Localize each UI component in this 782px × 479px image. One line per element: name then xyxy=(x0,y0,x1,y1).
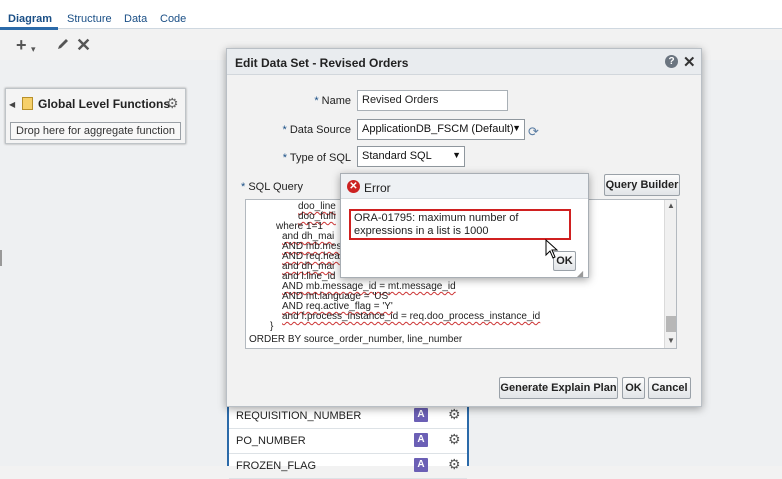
dialog-header: Edit Data Set - Revised Orders ? ✕ xyxy=(227,49,701,75)
sql-type-select[interactable]: Standard SQL ▼ xyxy=(357,146,465,167)
dialog-cancel-button[interactable]: Cancel xyxy=(648,377,691,399)
sql-line: and f.process_instance_id = req.doo_proc… xyxy=(282,311,541,322)
tab-structure[interactable]: Structure xyxy=(67,13,112,25)
generate-explain-plan-button[interactable]: Generate Explain Plan xyxy=(499,377,618,399)
help-icon[interactable]: ? xyxy=(665,55,678,68)
plus-icon[interactable]: + xyxy=(16,36,27,54)
query-builder-button[interactable]: Query Builder xyxy=(604,174,680,196)
field-row[interactable]: FROZEN_FLAG A ⚙ xyxy=(229,454,467,479)
gear-icon[interactable]: ⚙ xyxy=(448,431,461,448)
document-icon xyxy=(22,97,33,113)
sql-query-label: * SQL Query xyxy=(241,181,303,193)
name-label: * Name xyxy=(314,95,351,107)
tab-diagram[interactable]: Diagram xyxy=(8,13,52,25)
scroll-down-icon[interactable]: ▼ xyxy=(667,336,675,345)
resize-handle-icon[interactable]: ◢ xyxy=(577,269,583,278)
scroll-up-icon[interactable]: ▲ xyxy=(667,201,675,210)
field-row[interactable]: PO_NUMBER A ⚙ xyxy=(229,429,467,454)
gear-icon[interactable]: ⚙ xyxy=(448,456,461,473)
dialog-title: Edit Data Set - Revised Orders xyxy=(235,56,409,70)
data-set-fields: REQUISITION_NUMBER A ⚙ PO_NUMBER A ⚙ FRO… xyxy=(227,404,469,479)
error-header: ✕ Error xyxy=(341,174,588,199)
field-name: PO_NUMBER xyxy=(236,435,306,447)
gear-icon[interactable]: ⚙ xyxy=(448,406,461,423)
sql-line: ORDER BY source_order_number, line_numbe… xyxy=(249,334,463,345)
gear-icon[interactable]: ⚙ xyxy=(166,95,179,112)
close-icon[interactable]: ✕ xyxy=(683,53,696,71)
chevron-down-icon[interactable]: ▾ xyxy=(31,40,36,58)
pencil-icon[interactable] xyxy=(56,36,70,54)
dialog-ok-button[interactable]: OK xyxy=(622,377,645,399)
global-functions-title: Global Level Functions xyxy=(38,97,171,111)
tab-bar: Diagram Structure Data Code xyxy=(0,0,782,30)
sql-scrollbar[interactable]: ▲ ▼ xyxy=(664,200,676,348)
canvas-edge xyxy=(0,250,2,266)
field-row[interactable]: REQUISITION_NUMBER A ⚙ xyxy=(229,404,467,429)
error-popup: ✕ Error ORA-01795: maximum number of exp… xyxy=(340,173,589,278)
type-of-sql-label: * Type of SQL xyxy=(282,152,351,164)
scroll-thumb[interactable] xyxy=(666,316,676,332)
field-name: REQUISITION_NUMBER xyxy=(236,410,362,422)
attribute-type-icon: A xyxy=(414,458,428,472)
data-source-select[interactable]: ApplicationDB_FSCM (Default) ▼ xyxy=(357,119,525,140)
name-input[interactable]: Revised Orders xyxy=(357,90,508,111)
attribute-type-icon: A xyxy=(414,433,428,447)
error-message: ORA-01795: maximum number of expressions… xyxy=(349,209,571,240)
global-level-functions-panel: ◀ Global Level Functions ⚙ Drop here for… xyxy=(5,88,186,144)
field-name: FROZEN_FLAG xyxy=(236,460,317,472)
delete-icon[interactable]: ✕ xyxy=(76,36,91,54)
error-icon: ✕ xyxy=(347,180,360,193)
tab-data[interactable]: Data xyxy=(124,13,147,25)
attribute-type-icon: A xyxy=(414,408,428,422)
error-title: Error xyxy=(364,181,391,195)
collapse-icon[interactable]: ◀ xyxy=(9,100,15,109)
sql-line: } xyxy=(270,321,274,332)
mouse-pointer-icon xyxy=(545,238,559,262)
refresh-icon[interactable]: ⟳ xyxy=(528,124,539,140)
aggregate-drop-zone[interactable]: Drop here for aggregate function xyxy=(10,122,181,140)
data-source-label: * Data Source xyxy=(282,124,352,136)
tab-code[interactable]: Code xyxy=(160,13,186,25)
